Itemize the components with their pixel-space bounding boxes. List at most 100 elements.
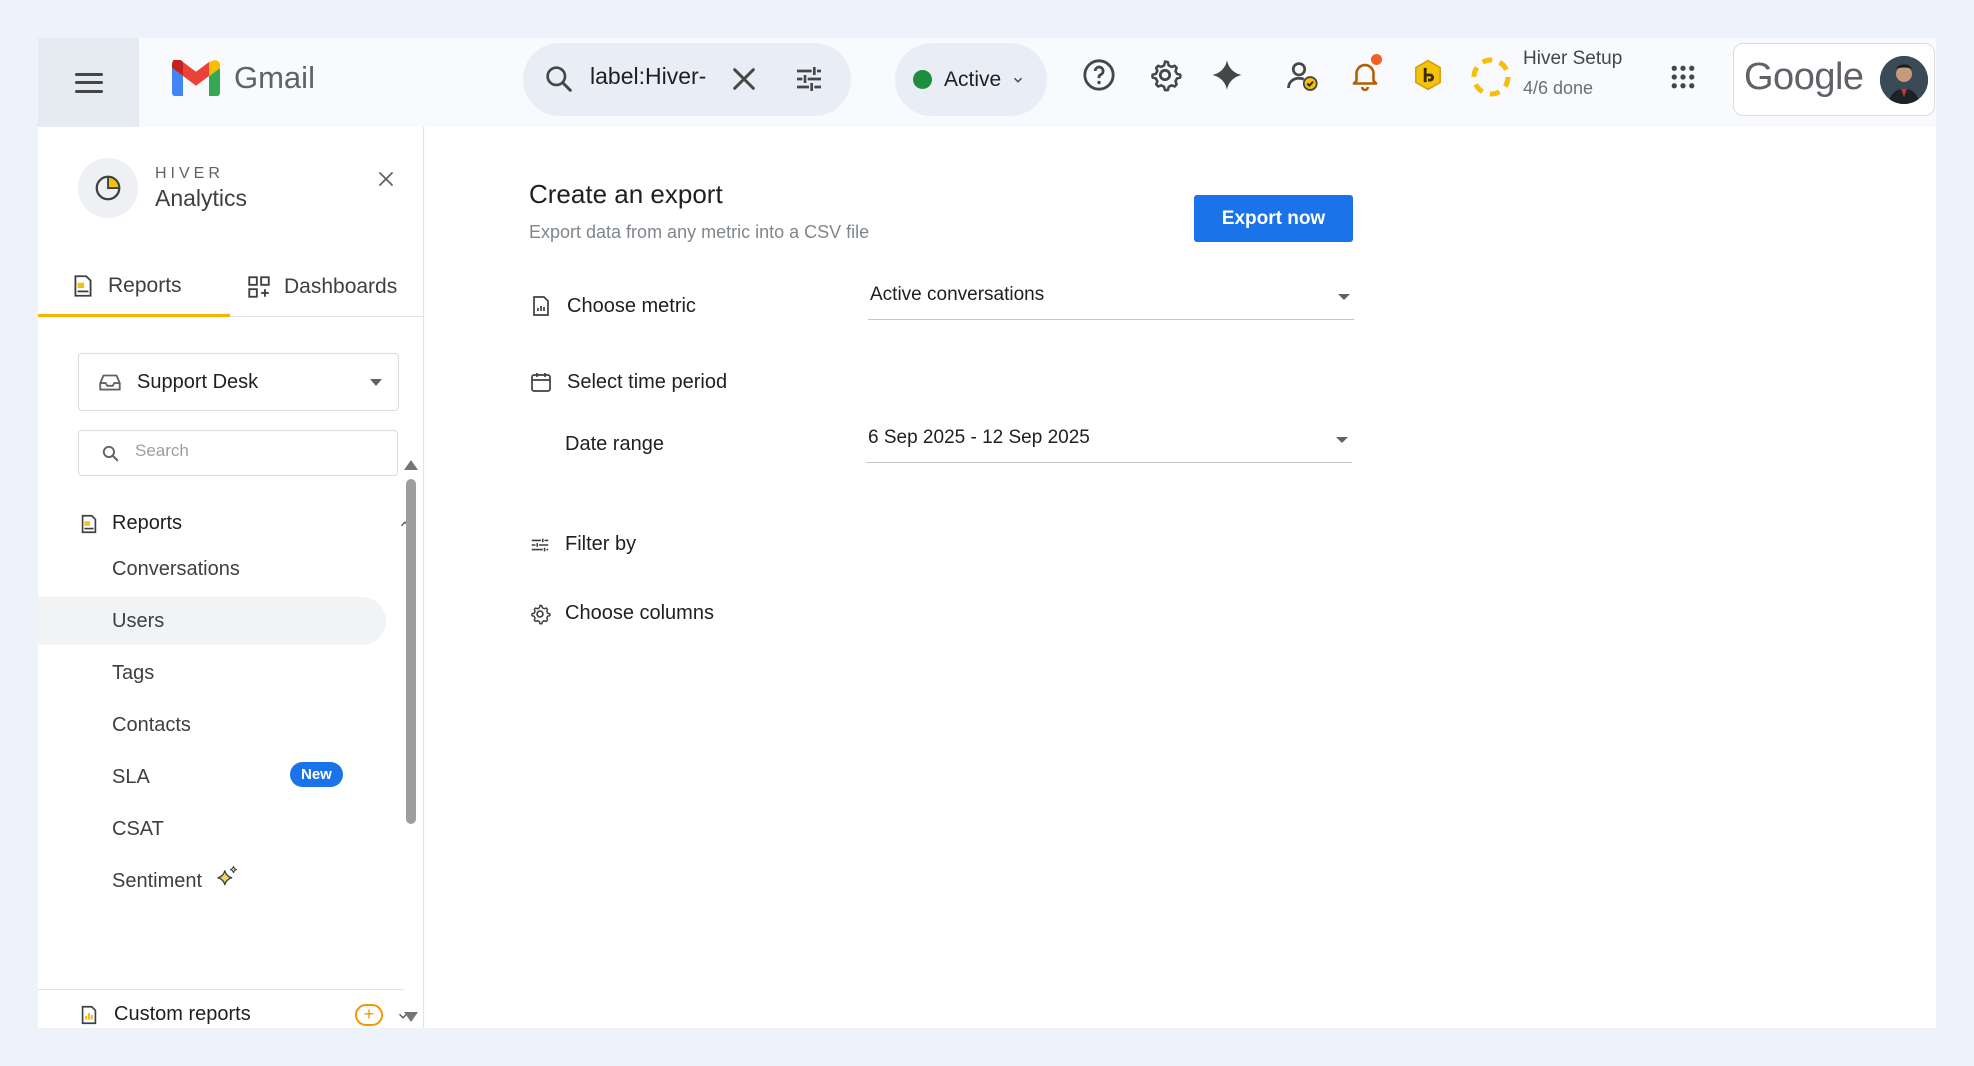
report-icon [74,274,92,297]
apps-grid-icon[interactable] [1668,62,1698,92]
choose-metric-row: Choose metric [529,294,696,318]
hiver-brand: HIVER [155,164,224,182]
analytics-title: Analytics [155,184,248,211]
notification-dot [1371,54,1382,65]
export-now-button[interactable]: Export now [1194,195,1353,242]
time-period-row: Select time period [529,370,727,394]
search-bar[interactable]: label:Hiver- [523,43,851,116]
dropdown-arrow-icon [1338,294,1350,300]
page-subtitle: Export data from any metric into a CSV f… [529,222,870,242]
tab-dashboards[interactable]: Dashboards [246,257,397,317]
sidebar-item-users[interactable]: Users [38,597,386,645]
date-range-row: Date range [565,433,664,456]
report-icon [81,514,97,533]
export-panel: Create an export Export data from any me… [425,127,1936,1028]
app-window: Gmail label:Hiver- Active Hiver Setup 4/… [38,38,1936,1028]
dashboard-icon [248,276,270,298]
inbox-select-value: Support Desk [137,370,259,393]
sidebar-item-conversations[interactable]: Conversations [38,545,386,593]
sidebar-item-label: Sentiment [112,869,203,892]
main-menu-button[interactable] [38,38,139,127]
user-availability-icon[interactable] [1284,58,1320,94]
tab-reports-label: Reports [108,273,182,297]
inbox-select[interactable]: Support Desk [78,353,399,411]
custom-reports-section[interactable]: Custom reports + [78,1003,408,1026]
setup-progress: 4/6 done [1523,78,1594,98]
help-icon[interactable] [1082,58,1116,92]
choose-metric-label: Choose metric [567,294,696,317]
status-dropdown[interactable]: Active [895,43,1047,116]
tab-reports[interactable]: Reports [38,257,230,317]
chevron-down-icon [1014,77,1023,83]
sidebar-item-label: SLA [112,765,150,788]
scrollbar-thumb[interactable] [406,479,416,824]
calendar-icon [531,373,551,392]
gmail-m-icon [172,60,220,96]
avatar[interactable] [1880,56,1928,104]
filter-by-label: Filter by [565,533,637,555]
add-custom-report-button[interactable]: + [355,1004,383,1026]
sidebar-item-label: Contacts [112,713,191,736]
metric-document-icon [533,296,549,316]
new-badge: New [290,762,343,787]
choose-columns-label: Choose columns [565,602,714,624]
hiver-shield-icon[interactable] [1411,58,1445,92]
report-search[interactable] [78,430,398,476]
pie-chart-icon [95,175,121,201]
sidebar-item-tags[interactable]: Tags [38,649,386,697]
account-switcher[interactable]: Google [1733,43,1935,116]
search-icon[interactable] [543,63,575,95]
close-icon[interactable] [377,170,395,188]
status-label: Active [944,67,1002,91]
scroll-down-arrow-icon[interactable] [404,1012,418,1022]
choose-columns-row[interactable]: Choose columns [529,602,714,625]
sidebar-item-label: CSAT [112,817,164,840]
dropdown-arrow-icon [1336,437,1348,443]
google-wordmark: Google [1744,56,1864,98]
date-range-label: Date range [565,433,664,455]
scroll-up-arrow-icon[interactable] [404,460,418,470]
filter-by-row[interactable]: Filter by [529,533,636,556]
clear-search-icon[interactable] [728,63,760,95]
setup-title: Hiver Setup [1523,48,1623,69]
hiver-analytics-header: HIVER Analytics [78,158,247,218]
active-status-dot [913,70,932,89]
gmail-wordmark: Gmail [234,60,315,95]
reports-section-title: Reports [112,512,183,534]
metric-select-value: Active conversations [870,284,1045,305]
sidebar-item-label: Conversations [112,557,240,580]
search-query[interactable]: label:Hiver- [590,63,710,90]
custom-reports-label: Custom reports [114,1003,251,1025]
sidebar-item-csat[interactable]: CSAT [38,805,386,853]
caret-down-icon [370,379,382,386]
setup-progress-ring-icon[interactable] [1470,56,1512,98]
sidebar-item-label: Tags [112,661,155,684]
tab-dashboards-label: Dashboards [284,275,398,298]
sidebar-item-label: Users [112,609,165,632]
search-icon [102,445,119,462]
custom-report-icon [81,1005,97,1024]
hamburger-icon [74,72,103,93]
sidebar-item-sla[interactable]: SLA New [38,753,386,801]
gemini-sparkle-icon[interactable] [1210,58,1244,92]
metric-select[interactable]: Active conversations [868,274,1354,320]
sidebar-item-contacts[interactable]: Contacts [38,701,386,749]
date-range-select[interactable]: 6 Sep 2025 - 12 Sep 2025 [866,417,1352,463]
profile-photo-icon [1880,56,1928,104]
filter-sliders-icon [531,538,549,551]
settings-gear-icon[interactable] [1148,58,1182,92]
top-bar: Gmail label:Hiver- Active Hiver Setup 4/… [38,38,1936,127]
inbox-icon [99,374,121,391]
hiver-setup-status[interactable]: Hiver Setup 4/6 done [1523,48,1622,99]
sidebar-item-sentiment[interactable]: Sentiment [38,857,386,905]
gmail-logo[interactable]: Gmail [172,60,315,96]
divider [38,989,404,990]
analytics-logo [78,158,138,218]
sidebar-tabs: Reports Dashboards [38,257,424,317]
notifications-button[interactable] [1348,54,1384,94]
report-search-input[interactable] [135,441,375,461]
time-period-label: Select time period [567,370,728,393]
reports-section-header[interactable]: Reports [78,512,410,535]
date-range-value: 6 Sep 2025 - 12 Sep 2025 [868,427,1090,448]
search-options-icon[interactable] [793,63,825,95]
